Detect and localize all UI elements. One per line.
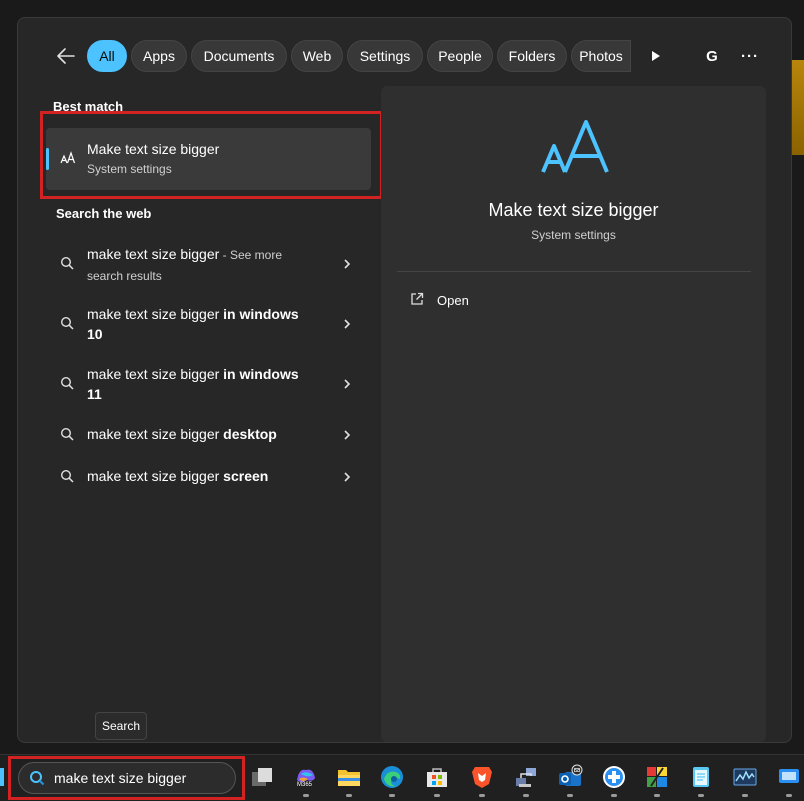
web-result-line2: 11 xyxy=(87,386,102,402)
chevron-right-icon xyxy=(341,317,353,329)
best-match-result[interactable] xyxy=(46,128,371,190)
open-label: Open xyxy=(437,293,469,308)
running-indicator xyxy=(567,794,573,797)
chevron-right-icon xyxy=(341,428,353,440)
network-tool-icon[interactable] xyxy=(513,764,539,790)
filter-chip-all[interactable]: All xyxy=(87,40,127,72)
m365-copilot-icon[interactable]: M365 xyxy=(293,764,319,790)
web-result-text: make text size bigger xyxy=(87,426,224,442)
web-result-bold: in windows xyxy=(223,306,299,322)
web-result-item[interactable]: make text size bigger desktop xyxy=(46,424,371,446)
running-indicator xyxy=(698,794,704,797)
running-indicator xyxy=(479,794,485,797)
outlook-icon[interactable] xyxy=(557,764,583,790)
web-result-suffix: - See more xyxy=(219,248,282,262)
color-app-icon[interactable] xyxy=(644,764,670,790)
running-indicator xyxy=(434,794,440,797)
web-result-bold: in windows xyxy=(223,366,299,382)
running-indicator xyxy=(346,794,352,797)
web-result-text: make text size bigger xyxy=(87,366,224,382)
performance-monitor-icon[interactable] xyxy=(732,764,758,790)
back-arrow-icon[interactable] xyxy=(54,44,78,68)
web-result-text: make text size bigger xyxy=(87,306,224,322)
remote-app-icon[interactable] xyxy=(776,764,802,790)
web-result-line2: search results xyxy=(87,269,162,283)
microsoft-store-icon[interactable] xyxy=(424,764,450,790)
filter-chip-documents[interactable]: Documents xyxy=(191,40,287,72)
chevron-right-icon xyxy=(341,377,353,389)
play-more-filters-icon[interactable] xyxy=(640,40,672,72)
preview-title: Make text size bigger xyxy=(488,200,659,220)
running-indicator xyxy=(742,794,748,797)
web-result-text: make text size bigger xyxy=(87,246,220,262)
search-web-heading: Search the web xyxy=(56,206,152,221)
preview-subtitle: System settings xyxy=(531,228,616,242)
medical-app-icon[interactable] xyxy=(601,764,627,790)
preview-divider xyxy=(397,271,751,272)
open-external-icon xyxy=(410,292,424,306)
more-options-icon[interactable]: ··· xyxy=(734,40,766,72)
notepad-icon[interactable] xyxy=(688,764,714,790)
web-result-item[interactable]: make text size bigger - See more search … xyxy=(46,244,371,284)
best-match-subtitle: System settings xyxy=(87,162,172,176)
running-indicator xyxy=(523,794,529,797)
brave-browser-icon[interactable] xyxy=(469,764,495,790)
filter-chip-folders[interactable]: Folders xyxy=(497,40,567,72)
running-indicator xyxy=(389,794,395,797)
selection-indicator xyxy=(46,148,49,170)
filter-chip-web[interactable]: Web xyxy=(291,40,343,72)
filter-chip-settings[interactable]: Settings xyxy=(347,40,423,72)
search-tooltip: Search xyxy=(95,712,147,740)
web-result-text: make text size bigger xyxy=(87,468,224,484)
running-indicator xyxy=(611,794,617,797)
file-explorer-icon[interactable] xyxy=(336,764,362,790)
web-result-bold: desktop xyxy=(223,426,277,442)
best-match-heading: Best match xyxy=(53,99,124,114)
preview-pane xyxy=(381,86,766,742)
filter-chip-apps[interactable]: Apps xyxy=(131,40,187,72)
search-icon xyxy=(60,316,76,332)
account-avatar[interactable]: G xyxy=(696,40,728,72)
search-icon xyxy=(60,427,76,443)
web-result-item[interactable]: make text size bigger in windows 11 xyxy=(46,364,371,404)
search-icon xyxy=(60,469,76,485)
running-indicator xyxy=(786,794,792,797)
filter-chip-people[interactable]: People xyxy=(427,40,493,72)
filter-chip-photos[interactable]: Photos xyxy=(571,40,631,72)
running-indicator xyxy=(654,794,660,797)
web-result-item[interactable]: make text size bigger in windows 10 xyxy=(46,304,371,344)
search-icon xyxy=(29,770,45,786)
search-icon xyxy=(60,376,76,392)
search-icon xyxy=(60,256,76,272)
running-indicator xyxy=(303,794,309,797)
open-action-button[interactable]: Open xyxy=(402,286,542,316)
web-result-line2: 10 xyxy=(87,326,103,342)
chevron-right-icon xyxy=(341,257,353,269)
chevron-right-icon xyxy=(341,470,353,482)
web-result-bold: screen xyxy=(223,468,269,484)
start-button-edge[interactable] xyxy=(0,768,4,786)
web-result-item[interactable]: make text size bigger screen xyxy=(46,466,371,488)
taskbar-search-box[interactable]: make text size bigger xyxy=(18,762,236,794)
desktop-window-edge xyxy=(792,60,804,155)
m365-label: M365 xyxy=(297,782,313,788)
text-size-large-icon xyxy=(541,118,609,176)
search-query-text: make text size bigger xyxy=(54,770,187,786)
best-match-title: Make text size bigger xyxy=(87,141,220,157)
edge-browser-icon[interactable] xyxy=(379,764,405,790)
text-size-icon xyxy=(60,150,76,166)
task-view-icon[interactable] xyxy=(249,764,275,790)
